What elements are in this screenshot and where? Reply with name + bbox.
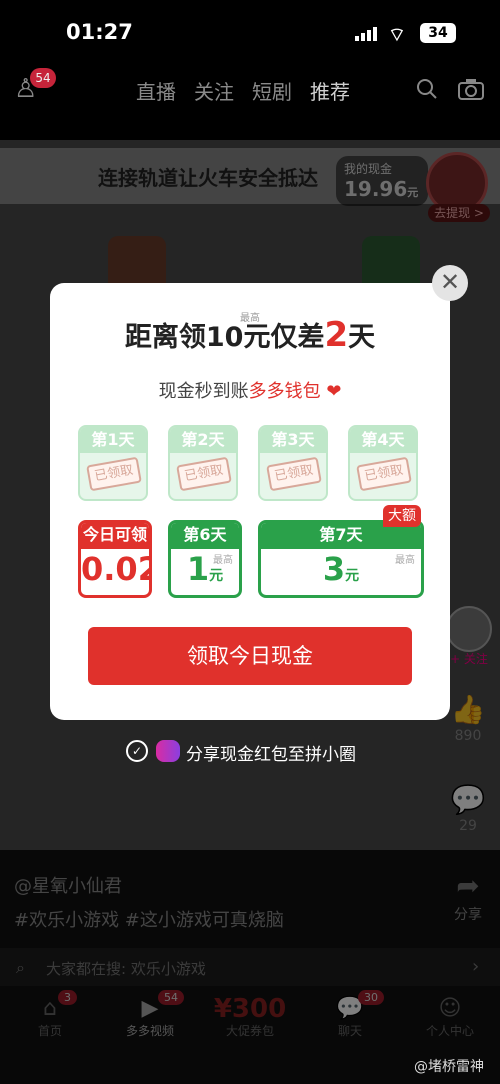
claim-cash-button[interactable]: 领取今日现金 [88,627,412,685]
day6-reward-card: 第6天 最高 1元 [168,520,242,598]
cellular-signal-icon [355,27,377,41]
checkbox-check-icon[interactable]: ✓ [126,740,148,762]
close-modal-button[interactable]: ✕ [432,265,468,301]
today-amount: 0.02 [81,550,149,588]
day6-label: 第6天 [171,523,239,549]
big-amount-badge: 大额 [383,505,421,527]
tab-following[interactable]: 关注 [194,76,234,105]
camera-icon[interactable] [458,78,484,100]
tab-live[interactable]: 直播 [136,76,176,105]
status-bar: 01:27 ⌔ 34 [0,0,500,64]
day-label: 第1天 [80,427,146,453]
modal-title-suffix: 天 [348,322,376,353]
feed-tabs: 直播 关注 短剧 推荐 [136,76,350,105]
modal-subtitle: 现金秒到账多多钱包 ❤ [50,377,450,403]
day6-amount: 1 [186,550,210,588]
tab-recommended[interactable]: 推荐 [310,76,350,105]
tab-short-drama[interactable]: 短剧 [252,76,292,105]
day-label: 第3天 [260,427,326,453]
day-label: 第4天 [350,427,416,453]
day7-amount: 3 [322,550,346,588]
pinxiaoquan-logo-icon [156,740,180,762]
wifi-icon: ⌔ [388,24,406,46]
battery-indicator: 34 [420,23,456,43]
daily-cash-modal: 最高 距离领10元仅差2天 现金秒到账多多钱包 ❤ 第1天 已领取 第2天 已领… [50,283,450,720]
subtitle-prefix: 现金秒到账 [158,381,249,402]
day6-unit: 元 [209,568,224,584]
day6-max-tag: 最高 [213,555,233,566]
day7-unit: 元 [345,568,360,584]
day-card: 第3天 已领取 [258,425,328,501]
modal-title-prefix: 距离领10元仅差 [124,322,325,353]
day7-reward-card: 第7天 最高 3元 [258,520,424,598]
today-amount-row: 0.02元 [81,549,149,595]
status-time: 01:27 [66,20,133,44]
claimed-stamp: 已领取 [176,456,232,492]
day-card: 第4天 已领取 [348,425,418,501]
day7-max-tag: 最高 [395,555,415,566]
subtitle-wallet: 多多钱包 [248,381,321,402]
watermark: @堵桥雷神 [414,1059,484,1075]
user-badge: 54 [30,68,56,88]
day-card: 第1天 已领取 [78,425,148,501]
close-icon: ✕ [439,268,461,296]
share-to-circle-toggle[interactable]: ✓ 分享现金红包至拼小圈 [126,738,386,765]
app-screen: { "status_bar": {"time": "01:27", "batte… [0,0,500,1084]
modal-title-days: 2 [324,315,349,355]
day-label: 第2天 [170,427,236,453]
share-circle-text: 分享现金红包至拼小圈 [186,745,356,765]
claimed-stamp: 已领取 [356,456,412,492]
today-label: 今日可领 [81,523,149,549]
search-icon[interactable] [416,78,438,100]
heart-icon: ❤ [326,381,342,402]
top-nav: ♙ 54 直播 关注 短剧 推荐 [0,64,500,114]
claimed-stamp: 已领取 [266,456,322,492]
day-card: 第2天 已领取 [168,425,238,501]
today-reward-card[interactable]: 今日可领 0.02元 [78,520,152,598]
modal-title: 距离领10元仅差2天 [50,315,450,355]
claimed-stamp: 已领取 [86,456,142,492]
